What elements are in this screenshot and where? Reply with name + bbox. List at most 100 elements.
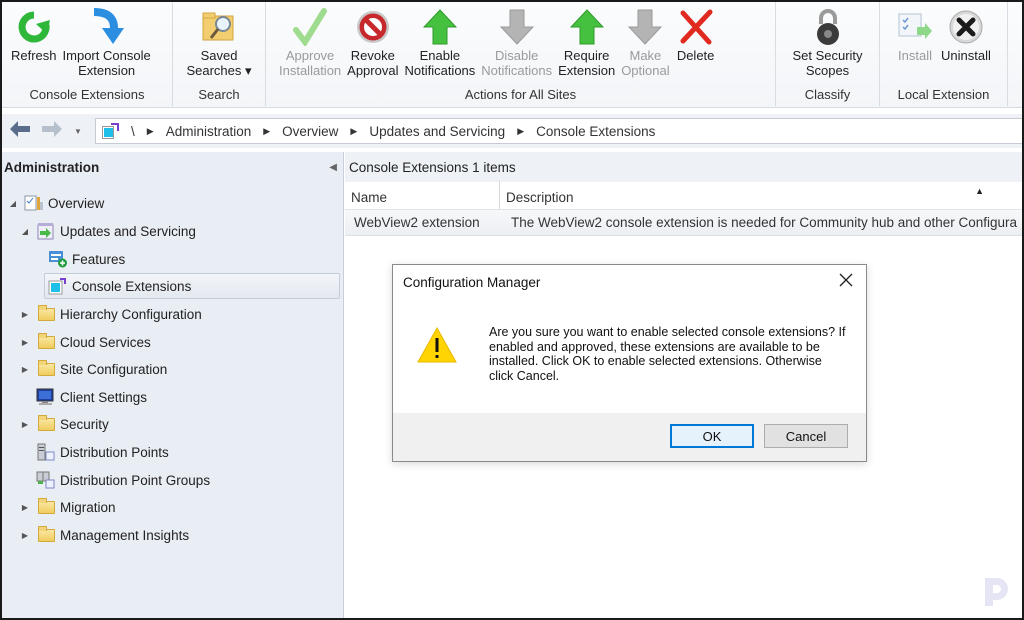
uninstall-button[interactable]: Uninstall	[938, 6, 994, 86]
ribbon-group-label: Classify	[804, 87, 851, 102]
ribbon-group-search: Saved Searches ▾ Search	[173, 2, 266, 106]
dialog-title-bar: Configuration Manager	[393, 265, 866, 299]
install-button[interactable]: Install	[892, 6, 938, 86]
breadcrumb-separator-icon[interactable]: ▶	[263, 126, 270, 137]
set-security-scopes-button[interactable]: Set Security Scopes	[789, 6, 865, 86]
collapsed-icon[interactable]: ▶	[18, 310, 32, 319]
folder-icon	[36, 414, 56, 433]
tree-item-label: Site Configuration	[60, 361, 168, 377]
navigation-bar: ▼ \ ▶ Administration ▶ Overview ▶ Update…	[2, 114, 1022, 148]
table-row[interactable]: WebView2 extension The WebView2 console …	[345, 210, 1022, 236]
import-console-extension-button[interactable]: Import Console Extension	[60, 6, 154, 86]
tree-item-label: Hierarchy Configuration	[60, 306, 202, 322]
breadcrumb-separator-icon[interactable]: ▶	[517, 126, 524, 137]
forward-button[interactable]	[40, 120, 64, 143]
delete-icon	[676, 6, 716, 48]
tree-item-hierarchy-configuration[interactable]: ▶ Hierarchy Configuration	[18, 301, 202, 327]
tree-item-label: Console Extensions	[72, 278, 192, 294]
tree-item-client-settings[interactable]: Client Settings	[36, 384, 147, 410]
dialog-title: Configuration Manager	[403, 274, 541, 290]
disable-notifications-button[interactable]: Disable Notifications	[478, 6, 555, 86]
collapsed-icon[interactable]: ▶	[18, 365, 32, 374]
checkmark-icon	[290, 6, 330, 48]
collapsed-icon[interactable]: ▶	[18, 420, 32, 429]
navigation-pane: Administration ◀ ◢ Overview ◢ Updates an…	[2, 152, 344, 618]
delete-button[interactable]: Delete	[673, 6, 719, 86]
collapsed-icon[interactable]: ▶	[18, 338, 32, 347]
breadcrumb-item[interactable]: Updates and Servicing	[369, 124, 505, 139]
arrow-down-icon	[497, 6, 537, 48]
server-group-icon	[36, 471, 56, 489]
ribbon-group-label: Local Extension	[897, 87, 990, 102]
ribbon-group-classify: Set Security Scopes Classify	[776, 2, 880, 106]
saved-searches-button[interactable]: Saved Searches ▾	[183, 6, 254, 86]
ribbon-group-console-extensions: Refresh Import Console Extension Console…	[2, 2, 173, 106]
tree-item-migration[interactable]: ▶ Migration	[18, 494, 116, 520]
ribbon-group-label: Console Extensions	[29, 87, 145, 102]
tree-item-overview[interactable]: ◢ Overview	[6, 190, 104, 216]
navigation-pane-header: Administration ◀	[2, 152, 343, 182]
approve-installation-button[interactable]: Approve Installation	[276, 6, 344, 86]
tree-item-distribution-points[interactable]: Distribution Points	[36, 439, 169, 465]
breadcrumb-item[interactable]: Console Extensions	[536, 124, 655, 139]
breadcrumb-root[interactable]: \	[131, 124, 135, 139]
console-extensions-nav-icon	[102, 122, 119, 140]
column-header-description[interactable]: Description	[500, 190, 580, 209]
back-arrow-icon	[10, 120, 30, 137]
tree-item-label: Management Insights	[60, 527, 190, 543]
tree-item-security[interactable]: ▶ Security	[18, 411, 109, 437]
dialog-footer: OK Cancel	[393, 413, 866, 461]
watermark-logo-icon	[982, 576, 1012, 608]
overview-icon	[24, 194, 44, 212]
tree-item-features[interactable]: Features	[48, 246, 125, 272]
saved-searches-icon	[199, 6, 239, 48]
results-header: Console Extensions 1 items	[345, 152, 1022, 182]
expanded-icon[interactable]: ◢	[18, 227, 32, 236]
collapsed-icon[interactable]: ▶	[18, 531, 32, 540]
pane-title: Administration	[4, 159, 100, 175]
tree-item-console-extensions[interactable]: Console Extensions	[44, 273, 340, 299]
breadcrumb-separator-icon[interactable]: ▶	[350, 126, 357, 137]
revoke-approval-button[interactable]: Revoke Approval	[344, 6, 401, 86]
install-icon	[895, 6, 935, 48]
cancel-button[interactable]: Cancel	[764, 424, 848, 448]
breadcrumb-item[interactable]: Overview	[282, 124, 338, 139]
monitor-icon	[36, 388, 56, 406]
cell-description: The WebView2 console extension is needed…	[511, 215, 1018, 230]
back-button[interactable]	[8, 120, 32, 143]
tree-item-cloud-services[interactable]: ▶ Cloud Services	[18, 329, 151, 355]
tree-item-management-insights[interactable]: ▶ Management Insights	[18, 522, 189, 548]
uninstall-icon	[946, 6, 986, 48]
forward-arrow-icon	[42, 120, 62, 137]
tree-item-label: Cloud Services	[60, 334, 151, 350]
tree-item-updates-and-servicing[interactable]: ◢ Updates and Servicing	[18, 218, 196, 244]
folder-icon	[36, 525, 56, 544]
require-extension-button[interactable]: Require Extension	[555, 6, 618, 86]
collapsed-icon[interactable]: ▶	[18, 503, 32, 512]
arrow-up-icon	[567, 6, 607, 48]
history-dropdown[interactable]: ▼	[74, 127, 82, 136]
ribbon-group-local-extension: Install Uninstall Local Extension	[880, 2, 1008, 106]
enable-notifications-button[interactable]: Enable Notifications	[401, 6, 478, 86]
console-extensions-icon	[48, 277, 68, 295]
import-icon	[87, 6, 127, 48]
breadcrumb-item[interactable]: Administration	[166, 124, 252, 139]
breadcrumb-separator-icon[interactable]: ▶	[147, 126, 154, 137]
tree-item-label: Distribution Points	[60, 444, 169, 460]
column-header-row: Name Description ▲	[345, 181, 1022, 210]
close-icon[interactable]	[836, 271, 856, 291]
make-optional-button[interactable]: Make Optional	[618, 6, 672, 86]
refresh-button[interactable]: Refresh	[8, 6, 60, 86]
arrow-up-icon	[420, 6, 460, 48]
prohibited-icon	[353, 6, 393, 48]
tree-item-distribution-point-groups[interactable]: Distribution Point Groups	[36, 467, 210, 493]
column-header-name[interactable]: Name	[345, 181, 500, 209]
expanded-icon[interactable]: ◢	[6, 199, 20, 208]
ok-button[interactable]: OK	[670, 424, 754, 448]
ribbon-group-label: Actions for All Sites	[464, 87, 577, 102]
updates-icon	[36, 222, 56, 240]
ribbon: Refresh Import Console Extension Console…	[2, 2, 1022, 108]
collapse-pane-icon[interactable]: ◀	[329, 162, 337, 173]
tree-item-site-configuration[interactable]: ▶ Site Configuration	[18, 356, 167, 382]
warning-icon	[417, 326, 457, 365]
